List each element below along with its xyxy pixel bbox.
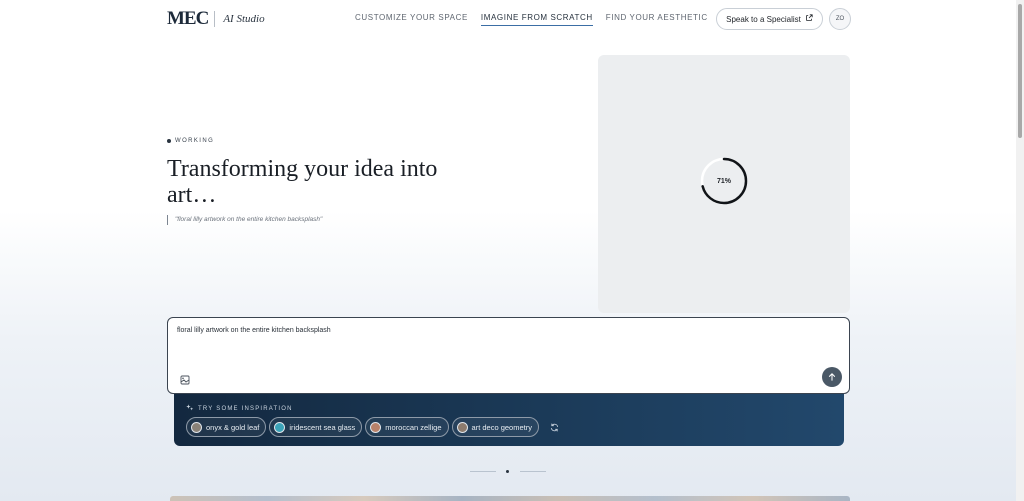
page-title: Transforming your idea into art… (167, 156, 438, 208)
refresh-icon[interactable] (548, 420, 562, 434)
chip-swatch (456, 421, 468, 433)
logo-mark: MEC (167, 8, 209, 29)
external-link-icon (805, 14, 813, 24)
prompt-textarea[interactable]: floral lilly artwork on the entire kitch… (177, 327, 331, 334)
send-button[interactable] (822, 367, 842, 387)
chip-label: moroccan zellige (385, 422, 442, 432)
chip-iridescent-sea-glass[interactable]: iridescent sea glass (269, 417, 363, 437)
chip-swatch (274, 421, 286, 433)
logo-subtitle: AI Studio (223, 13, 265, 25)
gallery-strip (170, 496, 850, 501)
chip-moroccan-zellige[interactable]: moroccan zellige (365, 417, 449, 437)
status-indicator: WORKING (167, 138, 214, 144)
main-nav: CUSTOMIZE YOUR SPACE IMAGINE FROM SCRATC… (355, 13, 708, 26)
inspiration-title: TRY SOME INSPIRATION (198, 406, 293, 412)
nav-imagine-from-scratch[interactable]: IMAGINE FROM SCRATCH (480, 13, 593, 26)
carousel-pager (470, 469, 550, 475)
user-avatar[interactable]: ZO (829, 8, 851, 30)
nav-find-your-aesthetic[interactable]: FIND YOUR AESTHETIC (606, 13, 708, 26)
inspiration-heading: TRY SOME INSPIRATION (186, 404, 293, 414)
logo[interactable]: MEC AI Studio (167, 8, 265, 30)
logo-divider (214, 11, 216, 27)
chip-onyx-gold-leaf[interactable]: onyx & gold leaf (186, 417, 267, 437)
inspiration-panel: TRY SOME INSPIRATION onyx & gold leaf ir… (174, 394, 844, 446)
chip-label: art deco geometry (471, 422, 532, 432)
pager-dot[interactable] (506, 470, 509, 473)
chip-label: iridescent sea glass (289, 422, 356, 432)
status-text: WORKING (175, 138, 215, 144)
chip-art-deco-geometry[interactable]: art deco geometry (451, 417, 539, 437)
speak-to-specialist-button[interactable]: Speak to a Specialist (716, 8, 823, 30)
pager-line (470, 471, 496, 472)
nav-customize-your-space[interactable]: CUSTOMIZE YOUR SPACE (355, 13, 468, 26)
inspiration-chips: onyx & gold leaf iridescent sea glass mo… (186, 417, 562, 437)
chip-label: onyx & gold leaf (206, 422, 260, 432)
prompt-quote: "floral lilly artwork on the entire kitc… (167, 215, 322, 225)
chip-swatch (191, 421, 202, 433)
specialist-button-label: Speak to a Specialist (726, 14, 801, 24)
arrow-up-icon (828, 373, 836, 381)
chip-swatch (370, 421, 382, 433)
attach-image-icon[interactable] (180, 372, 190, 385)
sparkle-icon (186, 404, 194, 414)
top-header: MEC AI Studio CUSTOMIZE YOUR SPACE IMAGI… (0, 0, 1016, 38)
page-scrollbar[interactable] (1016, 0, 1024, 501)
scroll-thumb[interactable] (1018, 4, 1022, 138)
pager-line (520, 471, 546, 472)
progress-percent: 71% (716, 177, 731, 185)
prompt-input-box[interactable]: floral lilly artwork on the entire kitch… (167, 317, 850, 394)
status-dot-icon (167, 139, 171, 143)
